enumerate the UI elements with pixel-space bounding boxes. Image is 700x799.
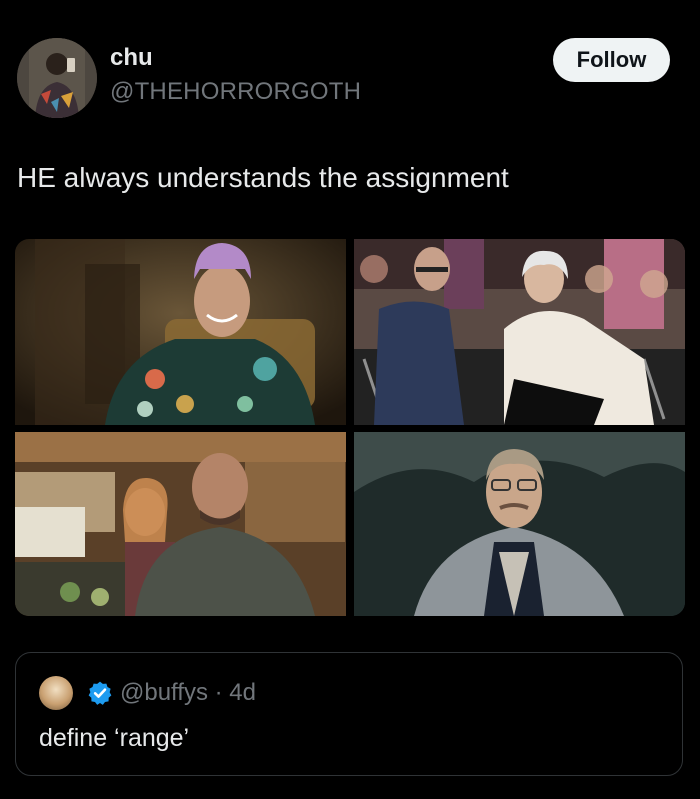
author-name[interactable]: chu [110, 44, 153, 72]
quoted-text: define ‘range’ [39, 724, 190, 752]
author-handle[interactable]: @THEHORRORGOTH [110, 78, 361, 106]
quoted-post[interactable]: @buffys · 4d define ‘range’ [15, 652, 683, 776]
photo-2[interactable] [354, 239, 685, 425]
photo-4[interactable] [354, 432, 685, 616]
follow-button[interactable]: Follow [553, 38, 670, 82]
quoted-handle-time[interactable]: @buffys · 4d [120, 679, 256, 707]
verified-badge-icon [88, 681, 112, 705]
post-text: HE always understands the assignment [17, 162, 509, 193]
photo-1[interactable] [15, 239, 346, 425]
quoted-author-avatar[interactable] [39, 676, 73, 710]
media-grid [15, 239, 685, 616]
author-avatar[interactable] [17, 38, 97, 118]
photo-3[interactable] [15, 432, 346, 616]
